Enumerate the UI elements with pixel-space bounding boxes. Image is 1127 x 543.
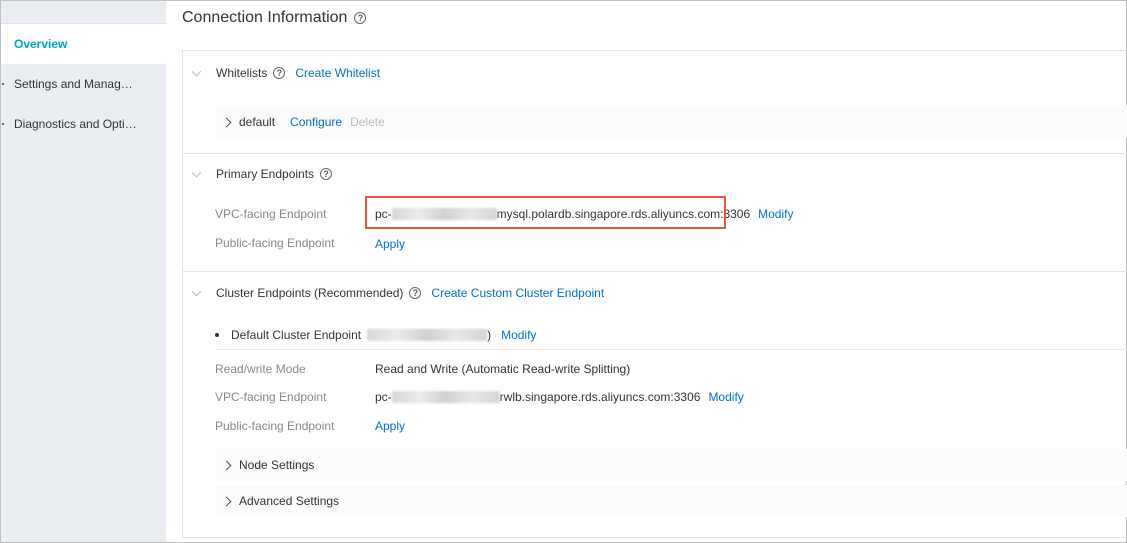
primary-public-label: Public-facing Endpoint — [215, 236, 335, 250]
main-content: Connection Information ? Whitelists ? Cr… — [166, 1, 1127, 542]
configure-link[interactable]: Configure — [290, 115, 342, 129]
divider — [215, 349, 1127, 350]
advanced-settings-row[interactable]: Advanced Settings — [215, 485, 1127, 517]
cluster-public-label: Public-facing Endpoint — [215, 419, 335, 433]
sidebar-item-label: Diagnostics and Opti… — [14, 117, 137, 131]
endpoint-suffix: rwlb.singapore.rds.aliyuncs.com:3306 — [499, 390, 701, 404]
apply-link[interactable]: Apply — [375, 419, 405, 433]
default-cluster-label: Default Cluster Endpoint — [231, 328, 362, 342]
primary-vpc-label: VPC-facing Endpoint — [215, 207, 327, 221]
page-title: Connection Information ? — [182, 9, 367, 27]
sidebar: Overview Settings and Manag… Diagnostics… — [1, 1, 166, 542]
endpoint-prefix: pc- — [375, 390, 392, 404]
sidebar-item-overview[interactable]: Overview — [1, 24, 166, 64]
modify-cluster-link[interactable]: Modify — [501, 328, 536, 342]
bullet-icon — [215, 333, 219, 337]
chevron-down-icon[interactable] — [191, 286, 202, 296]
whitelist-group-name: default — [239, 115, 276, 129]
sidebar-item-diagnostics[interactable]: Diagnostics and Opti… — [1, 104, 166, 144]
highlight-box — [365, 196, 726, 229]
primary-public-value: Apply — [375, 237, 405, 251]
primary-endpoints-section: Primary Endpoints ? VPC-facing Endpoint … — [183, 153, 1127, 272]
question-circle-icon[interactable]: ? — [273, 67, 286, 79]
cluster-public-value: Apply — [375, 419, 405, 433]
paren-close: ) — [487, 328, 492, 342]
whitelists-section: Whitelists ? Create Whitelist default Co… — [183, 51, 1127, 154]
cluster-endpoints-header: Cluster Endpoints (Recommended) ? Create… — [191, 286, 604, 300]
bullet-icon — [2, 123, 4, 125]
apply-link[interactable]: Apply — [375, 237, 405, 251]
chevron-down-icon[interactable] — [191, 167, 202, 177]
chevron-right-icon[interactable] — [221, 117, 232, 127]
rw-mode-value: Read and Write (Automatic Read-write Spl… — [375, 362, 631, 376]
sidebar-item-settings[interactable]: Settings and Manag… — [1, 64, 166, 104]
whitelists-title: Whitelists — [216, 66, 268, 80]
whitelist-group-row[interactable]: default Configure Delete — [215, 106, 1127, 138]
chevron-down-icon[interactable] — [191, 66, 202, 76]
advanced-settings-label: Advanced Settings — [239, 494, 340, 508]
sidebar-top-strip — [1, 1, 166, 24]
modify-cluster-vpc-link[interactable]: Modify — [708, 390, 743, 404]
chevron-right-icon[interactable] — [221, 496, 232, 506]
redacted-blur — [367, 329, 488, 341]
redacted-blur — [391, 391, 500, 403]
primary-endpoints-header: Primary Endpoints ? — [191, 167, 333, 181]
delete-link: Delete — [350, 115, 385, 129]
question-circle-icon[interactable]: ? — [320, 168, 333, 180]
node-settings-label: Node Settings — [239, 458, 315, 472]
page-title-text: Connection Information — [182, 9, 348, 26]
question-circle-icon[interactable]: ? — [409, 287, 422, 299]
question-circle-icon[interactable]: ? — [354, 12, 367, 24]
modify-endpoint-link[interactable]: Modify — [758, 207, 793, 221]
whitelists-header: Whitelists ? Create Whitelist — [191, 66, 380, 80]
cluster-endpoints-section: Cluster Endpoints (Recommended) ? Create… — [183, 271, 1127, 539]
bullet-icon — [2, 83, 4, 85]
sidebar-item-label: Settings and Manag… — [14, 77, 133, 91]
node-settings-row[interactable]: Node Settings — [215, 449, 1127, 481]
default-cluster-endpoint: Default Cluster Endpoint ) Modify — [215, 328, 536, 342]
cluster-vpc-endpoint: pc- rwlb.singapore.rds.aliyuncs.com:3306… — [375, 390, 744, 404]
create-whitelist-link[interactable]: Create Whitelist — [295, 66, 380, 80]
create-custom-endpoint-link[interactable]: Create Custom Cluster Endpoint — [431, 286, 604, 300]
cluster-endpoints-title: Cluster Endpoints (Recommended) — [216, 286, 404, 300]
connection-panel: Whitelists ? Create Whitelist default Co… — [182, 50, 1127, 539]
rw-mode-label: Read/write Mode — [215, 362, 306, 376]
cluster-vpc-label: VPC-facing Endpoint — [215, 390, 327, 404]
primary-endpoints-title: Primary Endpoints — [216, 167, 315, 181]
chevron-right-icon[interactable] — [221, 460, 232, 470]
